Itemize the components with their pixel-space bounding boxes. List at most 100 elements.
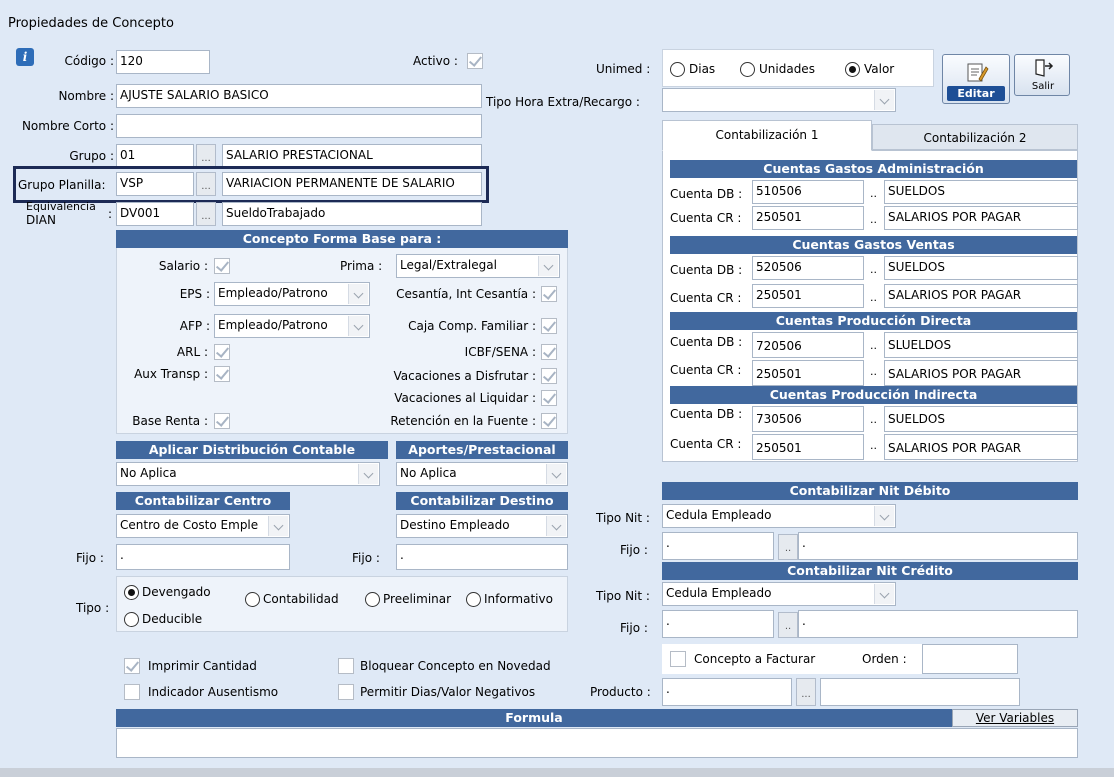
- tab-contabilizacion-2[interactable]: Contabilización 2: [872, 124, 1078, 150]
- produccion-indirecta-db-code[interactable]: 730506: [752, 406, 864, 432]
- nit-debito-fijo-input[interactable]: .: [662, 532, 774, 560]
- gastos-admin-cr-lookup[interactable]: ..: [870, 212, 877, 228]
- grupo-planilla-lookup-button[interactable]: ...: [196, 172, 216, 196]
- gastos-admin-db-name[interactable]: SUELDOS: [884, 180, 1078, 204]
- cesantia-checkbox[interactable]: [541, 286, 557, 302]
- producto-input[interactable]: .: [662, 678, 792, 706]
- editar-button[interactable]: Editar: [942, 54, 1010, 104]
- fijo-centro-input[interactable]: .: [116, 544, 290, 570]
- aplicar-distribucion-select[interactable]: No Aplica: [116, 462, 380, 486]
- gastos-ventas-cr-lookup[interactable]: ..: [870, 290, 877, 306]
- nit-debito-tipo-select[interactable]: Cedula Empleado: [662, 504, 896, 528]
- base-renta-checkbox[interactable]: [214, 413, 230, 429]
- prima-select[interactable]: Legal/Extralegal: [396, 254, 560, 278]
- grupo-lookup-button[interactable]: ...: [196, 144, 216, 168]
- gastos-admin-cr-code[interactable]: 250501: [752, 206, 864, 230]
- nit-credito-tipo-select[interactable]: Cedula Empleado: [662, 582, 896, 606]
- orden-input[interactable]: [922, 644, 1018, 674]
- nit-debito-fijo-desc[interactable]: .: [798, 532, 1078, 560]
- orden-label: Orden :: [862, 652, 907, 666]
- nombre-corto-input[interactable]: [116, 114, 482, 138]
- produccion-indirecta-db-name[interactable]: SUELDOS: [884, 406, 1078, 432]
- produccion-indirecta-cr-lookup[interactable]: ..: [870, 438, 877, 454]
- centro-select[interactable]: Centro de Costo Emple: [116, 514, 290, 538]
- afp-select[interactable]: Empleado/Patrono: [214, 314, 370, 338]
- destino-select[interactable]: Destino Empleado: [396, 514, 568, 538]
- produccion-directa-cr-name[interactable]: SALARIOS POR PAGAR: [884, 360, 1078, 386]
- bloquear-concepto-checkbox[interactable]: [338, 658, 354, 674]
- caja-checkbox[interactable]: [541, 318, 557, 334]
- produccion-directa-cr-code[interactable]: 250501: [752, 360, 864, 386]
- gastos-ventas-db-code[interactable]: 520506: [752, 256, 864, 280]
- imprimir-cantidad-checkbox[interactable]: [124, 658, 140, 674]
- icbf-checkbox[interactable]: [541, 344, 557, 360]
- equivalencia-lookup-button[interactable]: ...: [196, 202, 216, 226]
- nit-credito-tipo-value: Cedula Empleado: [666, 586, 772, 600]
- fijo-destino-input[interactable]: .: [396, 544, 568, 570]
- tipo-informativo-radio[interactable]: [466, 592, 481, 607]
- produccion-indirecta-cr-code[interactable]: 250501: [752, 434, 864, 460]
- indicador-ausentismo-checkbox[interactable]: [124, 684, 140, 700]
- gastos-admin-db-code[interactable]: 510506: [752, 180, 864, 204]
- salario-checkbox[interactable]: [214, 258, 230, 274]
- gastos-admin-db-lookup[interactable]: ..: [870, 186, 877, 202]
- tipo-hora-select[interactable]: [662, 88, 896, 112]
- nit-credito-fijo-desc[interactable]: .: [798, 610, 1078, 638]
- unimed-dias-radio[interactable]: [670, 62, 685, 77]
- aportes-value: No Aplica: [400, 466, 457, 480]
- gastos-ventas-cr-name[interactable]: SALARIOS POR PAGAR: [884, 284, 1078, 308]
- unimed-unidades-radio[interactable]: [740, 62, 755, 77]
- grupo-code-input[interactable]: 01: [116, 144, 194, 168]
- tipo-devengado-radio[interactable]: [124, 585, 139, 600]
- nombre-input[interactable]: AJUSTE SALARIO BASICO: [116, 84, 482, 108]
- gastos-admin-cr-label: Cuenta CR :: [670, 211, 742, 225]
- vac-disfrutar-checkbox[interactable]: [541, 368, 557, 384]
- equivalencia-desc-input[interactable]: SueldoTrabajado: [222, 202, 482, 226]
- info-icon[interactable]: i: [16, 48, 34, 66]
- ver-variables-button[interactable]: Ver Variables: [952, 709, 1078, 727]
- produccion-indirecta-cr-name[interactable]: SALARIOS POR PAGAR: [884, 434, 1078, 460]
- produccion-directa-cr-lookup[interactable]: ..: [870, 364, 877, 380]
- eps-select[interactable]: Empleado/Patrono: [214, 282, 370, 306]
- vac-liquidar-checkbox[interactable]: [541, 390, 557, 406]
- codigo-label: Código :: [64, 54, 115, 68]
- produccion-directa-db-lookup[interactable]: ..: [870, 338, 877, 354]
- bloquear-concepto-label: Bloquear Concepto en Novedad: [360, 659, 551, 673]
- arl-checkbox[interactable]: [214, 344, 230, 360]
- produccion-directa-db-name[interactable]: SLUELDOS: [884, 332, 1078, 358]
- permitir-negativos-checkbox[interactable]: [338, 684, 354, 700]
- codigo-input[interactable]: 120: [116, 50, 210, 74]
- concepto-facturar-checkbox[interactable]: [670, 651, 686, 667]
- salir-button[interactable]: Salir: [1014, 54, 1070, 96]
- gastos-ventas-cr-code[interactable]: 250501: [752, 284, 864, 308]
- tipo-deducible-radio[interactable]: [124, 612, 139, 627]
- grupo-planilla-desc-input[interactable]: VARIACION PERMANENTE DE SALARIO: [222, 172, 482, 196]
- gastos-ventas-db-lookup[interactable]: ..: [870, 262, 877, 278]
- gastos-ventas-db-name[interactable]: SUELDOS: [884, 256, 1078, 280]
- eps-label: EPS :: [179, 287, 210, 301]
- producto-desc-input[interactable]: [820, 678, 1020, 706]
- activo-checkbox[interactable]: [467, 53, 483, 69]
- retencion-checkbox[interactable]: [541, 413, 557, 429]
- exit-door-icon: [1035, 59, 1054, 77]
- nit-credito-lookup-button[interactable]: ..: [778, 612, 798, 638]
- nit-credito-fijo-input[interactable]: .: [662, 610, 774, 638]
- producto-lookup-button[interactable]: ...: [796, 678, 816, 706]
- nit-debito-lookup-button[interactable]: ..: [778, 534, 798, 560]
- grupo-planilla-code-input[interactable]: VSP: [116, 172, 194, 196]
- unimed-valor-radio[interactable]: [845, 62, 860, 77]
- produccion-indirecta-db-lookup[interactable]: ..: [870, 412, 877, 428]
- formula-textarea[interactable]: [116, 728, 1078, 758]
- grupo-desc-input[interactable]: SALARIO PRESTACIONAL: [222, 144, 482, 168]
- gastos-admin-cr-name[interactable]: SALARIOS POR PAGAR: [884, 206, 1078, 230]
- equivalencia-code-input[interactable]: DV001: [116, 202, 194, 226]
- aux-transp-checkbox[interactable]: [214, 366, 230, 382]
- tipo-contabilidad-radio[interactable]: [245, 592, 260, 607]
- forma-base-header: Concepto Forma Base para :: [116, 230, 568, 248]
- caja-label: Caja Comp. Familiar :: [408, 319, 536, 333]
- aportes-select[interactable]: No Aplica: [396, 462, 568, 486]
- tab-contabilizacion-1[interactable]: Contabilización 1: [662, 120, 872, 151]
- produccion-directa-db-code[interactable]: 720506: [752, 332, 864, 358]
- produccion-directa-header: Cuentas Producción Directa: [670, 312, 1077, 330]
- tipo-preeliminar-radio[interactable]: [365, 592, 380, 607]
